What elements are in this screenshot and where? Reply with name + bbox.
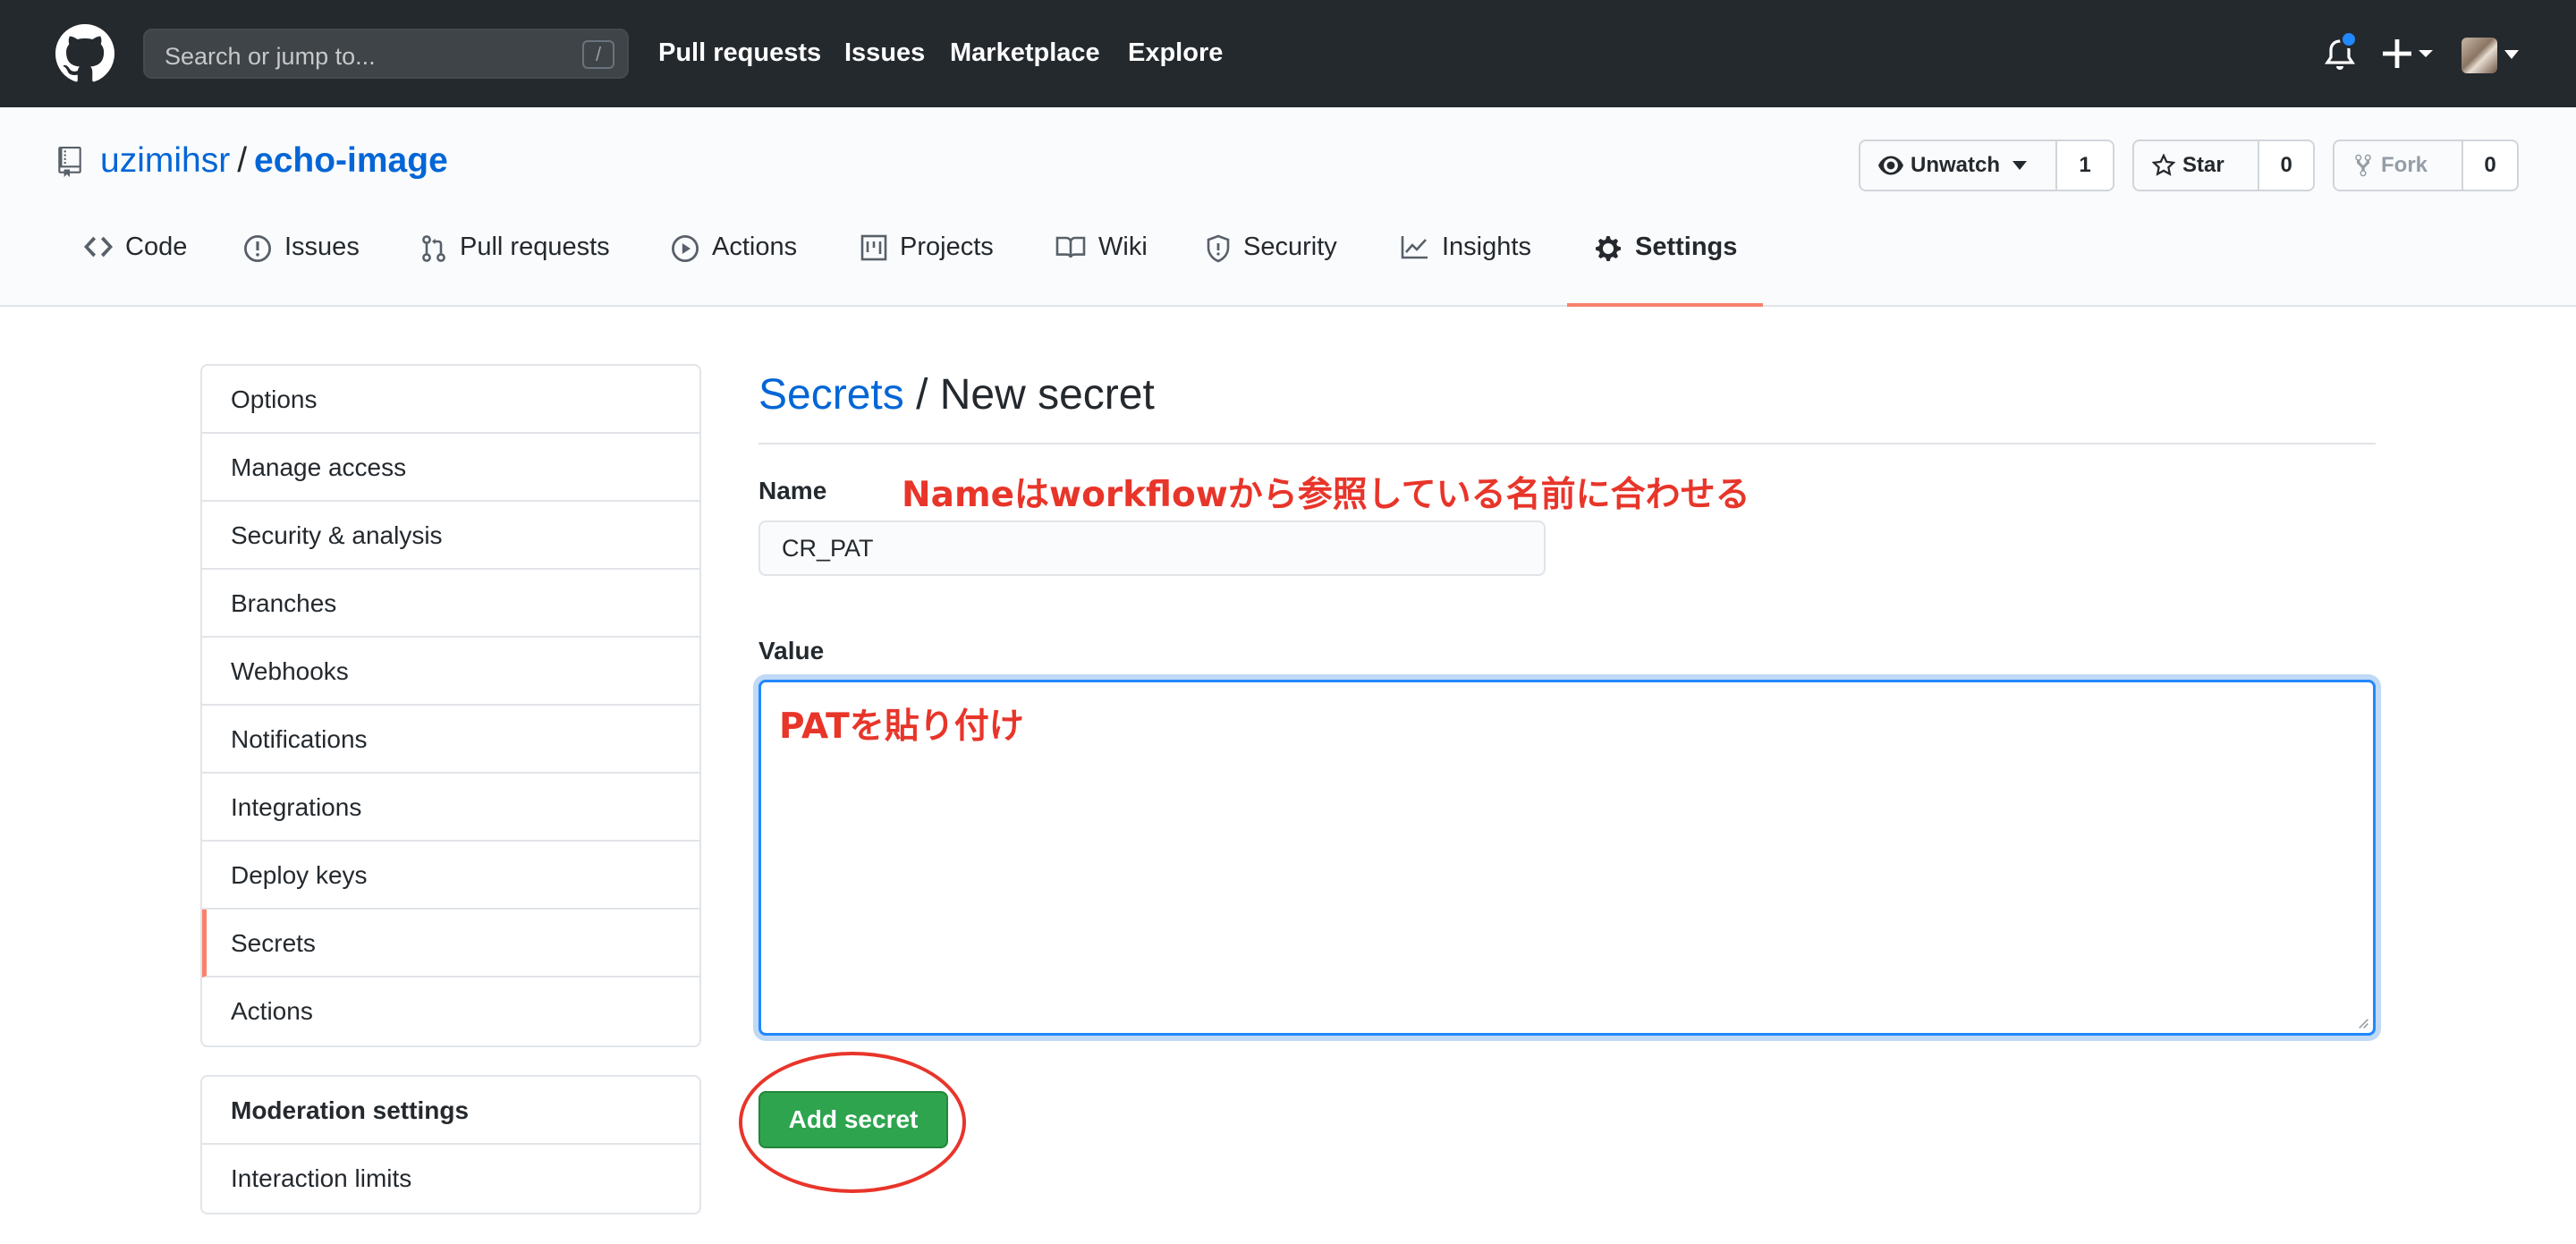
name-label: Name <box>758 477 827 504</box>
tab-actions[interactable]: Actions <box>671 233 797 304</box>
chevron-down-icon <box>2012 161 2028 170</box>
repo-icon <box>58 147 81 177</box>
tab-wiki[interactable]: Wiki <box>1055 233 1148 304</box>
search-input[interactable]: Search or jump to... / <box>143 29 629 79</box>
settings-sidebar: Options Manage access Security & analysi… <box>200 364 701 1047</box>
github-logo-icon[interactable] <box>55 24 114 83</box>
value-annotation: PATを貼り付け <box>779 707 1024 747</box>
forks-count[interactable]: 0 <box>2462 141 2517 190</box>
star-icon <box>2152 154 2175 176</box>
git-pull-request-icon <box>422 235 445 262</box>
issue-opened-icon <box>243 234 272 263</box>
repo-forked-icon <box>2355 154 2371 177</box>
nav-pull-requests[interactable]: Pull requests <box>658 38 821 68</box>
shield-icon <box>1207 234 1230 263</box>
breadcrumb-current: / New secret <box>903 371 1155 419</box>
watchers-count[interactable]: 1 <box>2055 141 2113 190</box>
tab-issues[interactable]: Issues <box>243 233 360 304</box>
sidebar-item-notifications[interactable]: Notifications <box>202 706 699 774</box>
code-icon <box>84 236 113 258</box>
gear-icon <box>1596 236 1621 261</box>
moderation-settings-heading: Moderation settings <box>202 1077 699 1145</box>
tab-insights[interactable]: Insights <box>1401 233 1531 304</box>
tab-insights-label: Insights <box>1442 233 1531 261</box>
global-header: Search or jump to... / Pull requests Iss… <box>0 0 2576 107</box>
create-new-plus-icon[interactable] <box>2381 36 2435 72</box>
search-shortcut-key: / <box>582 40 614 69</box>
repository-path: uzimihsr / echo-image <box>100 141 448 181</box>
tab-actions-label: Actions <box>712 233 798 261</box>
nav-issues[interactable]: Issues <box>844 38 925 68</box>
watch-button-group: Unwatch 1 <box>1859 140 2114 191</box>
book-icon <box>1055 236 1086 258</box>
sidebar-item-options[interactable]: Options <box>202 366 699 434</box>
project-icon <box>860 234 887 261</box>
stargazers-count[interactable]: 0 <box>2258 141 2313 190</box>
tab-issues-label: Issues <box>284 233 360 261</box>
resize-handle-icon[interactable] <box>2355 1015 2369 1029</box>
graph-icon <box>1401 236 1428 259</box>
page-title: Secrets / New secret <box>758 370 1155 419</box>
sidebar-item-branches[interactable]: Branches <box>202 570 699 638</box>
tab-settings[interactable]: Settings <box>1594 233 1737 304</box>
breadcrumb-secrets-link[interactable]: Secrets <box>758 371 904 419</box>
unwatch-label: Unwatch <box>1911 153 2001 177</box>
star-label: Star <box>2182 153 2224 177</box>
play-icon <box>671 234 699 263</box>
selected-tab-underline <box>1567 303 1763 307</box>
nav-explore[interactable]: Explore <box>1128 38 1223 68</box>
name-annotation: Nameはworkflowから参照している名前に合わせる <box>902 475 1750 515</box>
sidebar-item-webhooks[interactable]: Webhooks <box>202 638 699 706</box>
eye-icon <box>1878 156 1903 175</box>
unread-indicator-dot <box>2340 30 2358 48</box>
tab-wiki-label: Wiki <box>1098 233 1148 261</box>
moderation-sidebar: Moderation settings Interaction limits <box>200 1075 701 1214</box>
user-avatar[interactable] <box>2462 38 2497 73</box>
tab-pull-requests-label: Pull requests <box>460 233 610 261</box>
tab-projects-label: Projects <box>900 233 994 261</box>
repo-path-separator: / <box>237 141 248 180</box>
sidebar-item-integrations[interactable]: Integrations <box>202 774 699 842</box>
tab-security[interactable]: Security <box>1206 233 1337 304</box>
tab-security-label: Security <box>1243 233 1337 261</box>
tab-code[interactable]: Code <box>84 233 187 304</box>
tab-settings-label: Settings <box>1635 233 1738 261</box>
sidebar-item-secrets[interactable]: Secrets <box>202 910 699 977</box>
unwatch-button[interactable]: Unwatch <box>1860 141 2055 190</box>
repo-name-link[interactable]: echo-image <box>254 141 448 180</box>
nav-marketplace[interactable]: Marketplace <box>950 38 1100 68</box>
sidebar-item-interaction-limits[interactable]: Interaction limits <box>202 1145 699 1213</box>
fork-label: Fork <box>2381 153 2428 177</box>
tab-code-label: Code <box>125 233 188 261</box>
secret-value-textarea[interactable]: PATを貼り付け <box>758 680 2376 1036</box>
fork-button-group: Fork 0 <box>2333 140 2519 191</box>
sidebar-item-manage-access[interactable]: Manage access <box>202 434 699 502</box>
title-divider <box>758 443 2376 444</box>
star-button[interactable]: Star <box>2134 141 2258 190</box>
value-label: Value <box>758 637 825 664</box>
tab-pull-requests[interactable]: Pull requests <box>420 233 610 304</box>
search-placeholder: Search or jump to... <box>165 43 376 70</box>
star-button-group: Star 0 <box>2132 140 2315 191</box>
fork-button[interactable]: Fork <box>2334 141 2462 190</box>
repo-owner-link[interactable]: uzimihsr <box>100 141 230 180</box>
highlight-circle <box>739 1052 966 1193</box>
sidebar-item-deploy-keys[interactable]: Deploy keys <box>202 842 699 910</box>
tab-projects[interactable]: Projects <box>860 233 994 304</box>
secret-name-input[interactable]: CR_PAT <box>758 520 1546 576</box>
sidebar-item-actions[interactable]: Actions <box>202 977 699 1045</box>
sidebar-item-security-analysis[interactable]: Security & analysis <box>202 502 699 570</box>
chevron-down-icon[interactable] <box>2504 50 2519 59</box>
